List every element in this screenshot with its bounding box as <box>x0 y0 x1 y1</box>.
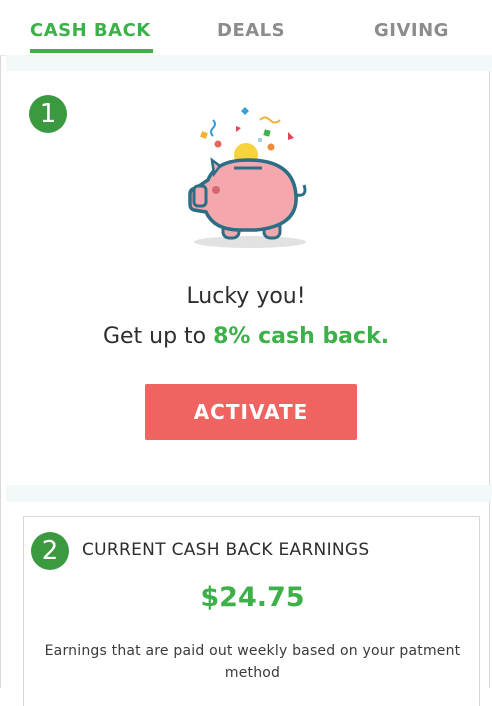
tab-giving[interactable]: GIVING <box>374 20 449 41</box>
tab-cash-back[interactable]: CASH BACK <box>30 20 151 41</box>
tab-deals[interactable]: DEALS <box>217 20 285 41</box>
step-badge-1: 1 <box>29 95 67 133</box>
active-tab-indicator <box>30 49 153 53</box>
section-divider <box>6 485 492 502</box>
earnings-note: Earnings that are paid out weekly based … <box>44 643 461 681</box>
activate-button[interactable]: ACTIVATE <box>145 384 357 440</box>
earnings-title: CURRENT CASH BACK EARNINGS <box>82 540 370 560</box>
piggy-bank-icon <box>188 107 307 248</box>
tab-bar: CASH BACK DEALS GIVING <box>0 0 492 56</box>
cash-back-offer: Get up to 8% cash back. <box>0 324 492 349</box>
step-badge-2: 2 <box>31 532 69 570</box>
lucky-headline: Lucky you! <box>186 284 306 309</box>
offer-percent: 8% cash back. <box>213 324 390 349</box>
earnings-amount: $24.75 <box>200 582 305 613</box>
section-divider <box>6 55 492 71</box>
offer-prefix: Get up to <box>102 324 214 349</box>
